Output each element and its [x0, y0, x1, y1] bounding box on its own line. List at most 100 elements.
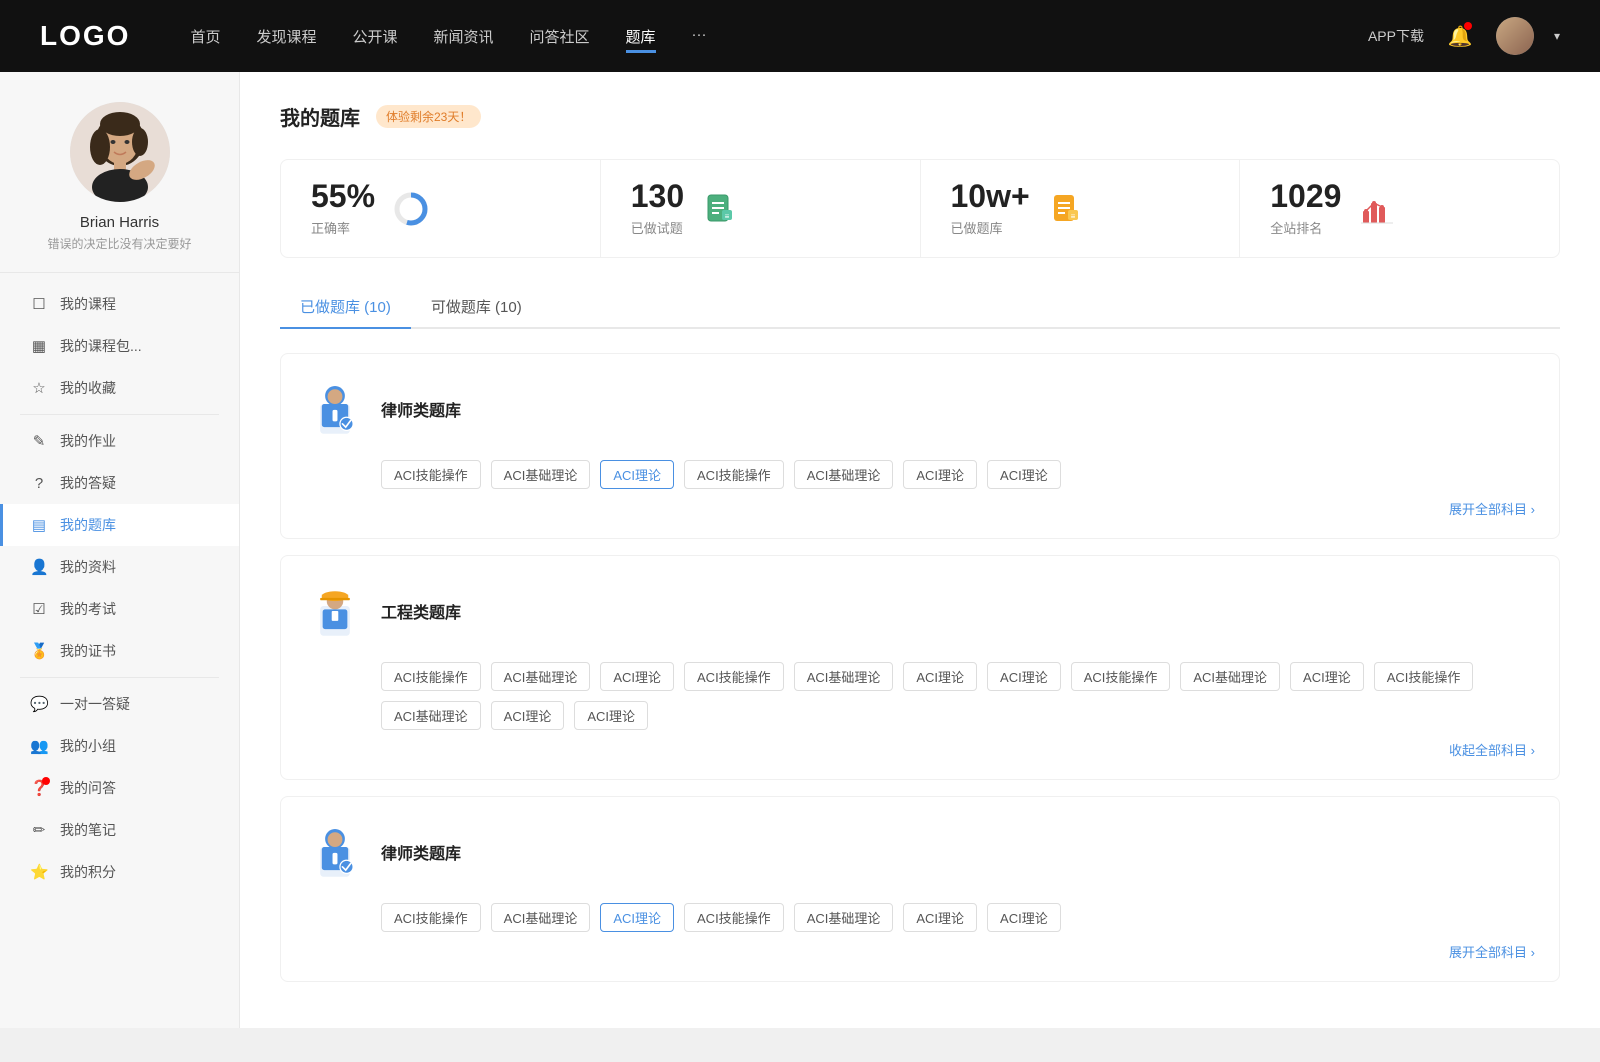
bank-tag[interactable]: ACI基础理论 — [491, 662, 591, 691]
bank-tags-3: ACI技能操作 ACI基础理论 ACI理论 ACI技能操作 ACI基础理论 AC… — [305, 903, 1535, 932]
svg-text:≡: ≡ — [1070, 212, 1075, 221]
group-icon: 👥 — [30, 737, 48, 755]
bank-tag[interactable]: ACI理论 — [903, 460, 977, 489]
chevron-down-icon[interactable]: ▾ — [1554, 29, 1560, 43]
bank-item-header: 律师类题库 — [305, 374, 1535, 444]
sidebar-item-label: 我的答疑 — [60, 473, 116, 493]
accuracy-donut-icon — [391, 189, 431, 229]
sidebar-item-label: 我的课程包... — [60, 336, 142, 356]
stat-rank: 1029 全站排名 — [1240, 160, 1559, 257]
bank-title: 律师类题库 — [381, 397, 461, 421]
bank-tag[interactable]: ACI技能操作 — [381, 903, 481, 932]
bank-tag[interactable]: ACI理论 — [903, 662, 977, 691]
sidebar-item-certificate[interactable]: 🏅 我的证书 — [0, 630, 239, 672]
edit-icon: ✎ — [30, 432, 48, 450]
profile-avatar[interactable] — [70, 102, 170, 202]
stat-rank-block: 1029 全站排名 — [1270, 180, 1341, 237]
sidebar-item-my-data[interactable]: 👤 我的资料 — [0, 546, 239, 588]
nav-menu: 首页 发现课程 公开课 新闻资讯 问答社区 题库 ··· — [190, 26, 1368, 47]
bank-tag[interactable]: ACI理论 — [987, 903, 1061, 932]
sidebar-item-my-questions[interactable]: ❓ 我的问答 — [0, 767, 239, 809]
logo[interactable]: LOGO — [40, 20, 130, 52]
stat-done-block: 130 已做试题 — [631, 180, 684, 237]
bank-tag[interactable]: ACI基础理论 — [794, 460, 894, 489]
bank-title-lawyer-2: 律师类题库 — [381, 840, 461, 864]
sidebar-item-qa-my[interactable]: ? 我的答疑 — [0, 462, 239, 504]
bank-tag[interactable]: ACI技能操作 — [1071, 662, 1171, 691]
bank-tag[interactable]: ACI理论 — [600, 662, 674, 691]
user-icon: 👤 — [30, 558, 48, 576]
sidebar-item-label: 我的作业 — [60, 431, 116, 451]
page-header: 我的题库 体验剩余23天！ — [280, 102, 1560, 131]
nav-item-more[interactable]: ··· — [692, 26, 707, 47]
avatar[interactable] — [1496, 17, 1534, 55]
bank-collapse-btn[interactable]: 收起全部科目 › — [305, 740, 1535, 759]
bank-item-lawyer-1: 律师类题库 ACI技能操作 ACI基础理论 ACI理论 ACI技能操作 ACI基… — [280, 353, 1560, 539]
bank-tag[interactable]: ACI基础理论 — [1180, 662, 1280, 691]
chat-icon: 💬 — [30, 695, 48, 713]
bank-tag[interactable]: ACI技能操作 — [381, 662, 481, 691]
bank-tag[interactable]: ACI技能操作 — [684, 903, 784, 932]
bank-tag[interactable]: ACI基础理论 — [794, 662, 894, 691]
sidebar-item-label: 我的证书 — [60, 641, 116, 661]
notification-bell[interactable]: 🔔 — [1444, 20, 1476, 52]
sidebar-item-1on1-qa[interactable]: 💬 一对一答疑 — [0, 683, 239, 725]
nav-item-qa[interactable]: 问答社区 — [530, 26, 590, 47]
nav-item-discover[interactable]: 发现课程 — [256, 26, 316, 47]
sidebar: Brian Harris 错误的决定比没有决定要好 ☐ 我的课程 ▦ 我的课程包… — [0, 72, 240, 1028]
sidebar-item-exam[interactable]: ☑ 我的考试 — [0, 588, 239, 630]
divider-2 — [20, 677, 219, 678]
tab-done-banks[interactable]: 已做题库 (10) — [280, 286, 411, 327]
bank-tag-active[interactable]: ACI理论 — [600, 460, 674, 489]
nav-item-open-course[interactable]: 公开课 — [352, 26, 397, 47]
lawyer-icon-2 — [307, 824, 363, 880]
navbar: LOGO 首页 发现课程 公开课 新闻资讯 问答社区 题库 ··· APP下载 … — [0, 0, 1600, 72]
sidebar-item-course-package[interactable]: ▦ 我的课程包... — [0, 325, 239, 367]
bank-tag[interactable]: ACI理论 — [987, 662, 1061, 691]
bank-expand-btn-2[interactable]: 展开全部科目 › — [305, 942, 1535, 961]
bank-tag[interactable]: ACI基础理论 — [491, 460, 591, 489]
bank-tag[interactable]: ACI理论 — [1290, 662, 1364, 691]
sidebar-item-homework[interactable]: ✎ 我的作业 — [0, 420, 239, 462]
sidebar-item-label: 我的资料 — [60, 557, 116, 577]
page-wrapper: Brian Harris 错误的决定比没有决定要好 ☐ 我的课程 ▦ 我的课程包… — [0, 72, 1600, 1028]
bank-tags-2: ACI技能操作 ACI基础理论 ACI理论 ACI技能操作 ACI基础理论 AC… — [305, 662, 1535, 730]
bank-tag[interactable]: ACI理论 — [574, 701, 648, 730]
bank-tag[interactable]: ACI基础理论 — [491, 903, 591, 932]
bank-tag-active-2[interactable]: ACI理论 — [600, 903, 674, 932]
pencil-icon: ✏ — [30, 821, 48, 839]
sidebar-item-favorites[interactable]: ☆ 我的收藏 — [0, 367, 239, 409]
nav-item-home[interactable]: 首页 — [190, 26, 220, 47]
bank-expand-btn[interactable]: 展开全部科目 › — [305, 499, 1535, 518]
checkbox-icon: ☑ — [30, 600, 48, 618]
nav-item-questionbank[interactable]: 题库 — [626, 26, 656, 47]
sidebar-item-notes[interactable]: ✏ 我的笔记 — [0, 809, 239, 851]
bank-tag[interactable]: ACI理论 — [903, 903, 977, 932]
sidebar-item-question-bank[interactable]: ▤ 我的题库 — [0, 504, 239, 546]
sidebar-item-label: 我的考试 — [60, 599, 116, 619]
bank-tag[interactable]: ACI技能操作 — [684, 460, 784, 489]
sidebar-item-label: 我的小组 — [60, 736, 116, 756]
bank-tag[interactable]: ACI理论 — [491, 701, 565, 730]
donut-chart — [392, 190, 430, 228]
sidebar-item-points[interactable]: ⭐ 我的积分 — [0, 851, 239, 893]
nav-item-news[interactable]: 新闻资讯 — [434, 26, 494, 47]
bank-tag[interactable]: ACI技能操作 — [1374, 662, 1474, 691]
svg-text:≡: ≡ — [725, 212, 730, 221]
sidebar-item-label: 我的收藏 — [60, 378, 116, 398]
bank-tag[interactable]: ACI基础理论 — [794, 903, 894, 932]
doc-green-icon: ≡ — [700, 189, 740, 229]
tab-available-banks[interactable]: 可做题库 (10) — [411, 286, 542, 327]
grid-icon: ▦ — [30, 337, 48, 355]
bank-tag[interactable]: ACI技能操作 — [684, 662, 784, 691]
sidebar-item-my-group[interactable]: 👥 我的小组 — [0, 725, 239, 767]
sidebar-item-label: 我的问答 — [60, 778, 116, 798]
sidebar-item-my-course[interactable]: ☐ 我的课程 — [0, 283, 239, 325]
bank-tag[interactable]: ACI基础理论 — [381, 701, 481, 730]
app-download-link[interactable]: APP下载 — [1368, 26, 1424, 46]
sidebar-item-label: 我的课程 — [60, 294, 116, 314]
bank-tag[interactable]: ACI技能操作 — [381, 460, 481, 489]
bank-tag[interactable]: ACI理论 — [987, 460, 1061, 489]
sidebar-item-label: 我的积分 — [60, 862, 116, 882]
stat-accuracy-block: 55% 正确率 — [311, 180, 375, 237]
